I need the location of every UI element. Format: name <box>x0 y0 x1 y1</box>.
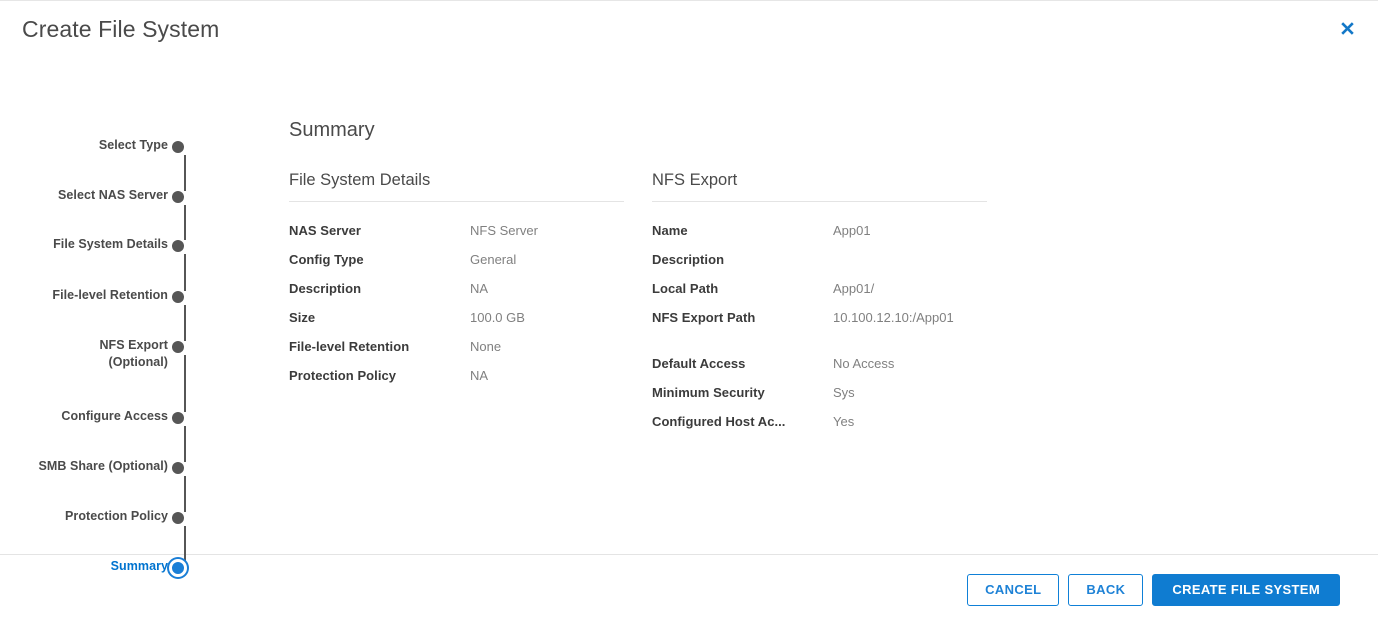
stepper-item-select-type[interactable]: Select Type <box>99 138 184 159</box>
stepper-item-label: NFS Export (Optional) <box>99 338 168 369</box>
stepper-dot-icon <box>172 141 184 153</box>
stepper-dot-icon <box>172 291 184 303</box>
stepper-connector <box>184 526 186 562</box>
stepper-connector <box>184 426 186 462</box>
stepper-item-label: File-level Retention <box>52 288 168 302</box>
detail-key: Name <box>652 223 688 238</box>
detail-row: NAS Server NFS Server <box>289 222 624 251</box>
stepper-connector <box>184 254 186 291</box>
detail-value: Sys <box>833 385 855 400</box>
detail-row: Default Access No Access <box>652 355 987 384</box>
detail-value: App01/ <box>833 281 875 296</box>
detail-value: None <box>470 339 502 354</box>
detail-list: Name App01 Description Local Path App01/NFS … <box>652 222 987 442</box>
detail-row: Description NA <box>289 280 624 309</box>
detail-list: NAS Server NFS Server Config Type General De… <box>289 222 624 396</box>
detail-row: File-level Retention None <box>289 338 624 367</box>
detail-row: NFS Export Path 10.100.12.10:/App01 <box>652 309 987 338</box>
section-nfs-export: NFS Export Name App01 Description Local Pat… <box>652 169 987 442</box>
detail-key: NAS Server <box>289 223 362 238</box>
detail-row: Protection Policy NA <box>289 367 624 396</box>
detail-value: No Access <box>833 356 895 371</box>
stepper-dot-icon <box>172 412 184 424</box>
detail-row: Local Path App01/ <box>652 280 987 309</box>
stepper-dot-icon <box>172 462 184 474</box>
close-icon[interactable] <box>1334 15 1360 41</box>
stepper-item-nfs-export[interactable]: NFS Export (Optional) <box>99 338 184 369</box>
section-heading: NFS Export <box>652 169 987 202</box>
stepper-dot-icon <box>172 341 184 353</box>
section-file-system-details: File System Details NAS Server NFS Server… <box>289 169 624 396</box>
stepper-dot-icon <box>172 240 184 252</box>
detail-value: 100.0 GB <box>470 310 525 325</box>
detail-row: Minimum Security Sys <box>652 384 987 413</box>
detail-value: NA <box>470 281 489 296</box>
stepper-dot-icon <box>172 191 184 203</box>
stepper-item-protection-policy[interactable]: Protection Policy <box>65 509 184 530</box>
detail-key: NFS Export Path <box>652 310 756 325</box>
stepper-item-label: Protection Policy <box>65 509 168 523</box>
detail-row: Configured Host Ac... Yes <box>652 413 987 442</box>
detail-row: Name App01 <box>652 222 987 251</box>
create-file-system-button[interactable]: CREATE FILE SYSTEM <box>1152 574 1340 606</box>
stepper-item-label: Configure Access <box>61 409 168 423</box>
detail-value: NA <box>470 368 489 383</box>
section-heading: File System Details <box>289 169 624 202</box>
detail-key: Description <box>289 281 362 296</box>
detail-value: General <box>470 252 517 267</box>
stepper-item-label: SMB Share (Optional) <box>38 459 168 473</box>
detail-value: 10.100.12.10:/App01 <box>833 310 954 325</box>
detail-key: Description <box>652 252 725 267</box>
stepper-item-label: File System Details <box>53 237 168 251</box>
dialog-footer: CANCEL BACK CREATE FILE SYSTEM <box>0 554 1378 641</box>
stepper-item-select-nas-server[interactable]: Select NAS Server <box>58 188 184 209</box>
detail-key: Local Path <box>652 281 719 296</box>
detail-value: Yes <box>833 414 855 429</box>
detail-key: Default Access <box>652 356 746 371</box>
stepper-connector <box>184 305 186 341</box>
detail-key: Configured Host Ac... <box>652 414 786 429</box>
stepper-item-summary[interactable]: Summary <box>111 559 187 580</box>
detail-key: File-level Retention <box>289 339 410 354</box>
detail-row: Config Type General <box>289 251 624 280</box>
create-file-system-dialog: Create File System Select Type Select NAS… <box>0 0 1378 641</box>
detail-key: Minimum Security <box>652 385 765 400</box>
wizard-stepper: Select Type Select NAS Server File System … <box>0 57 210 577</box>
detail-key: Protection Policy <box>289 368 397 383</box>
stepper-dot-icon <box>172 512 184 524</box>
stepper-active-dot-icon <box>169 559 187 577</box>
detail-value: App01 <box>833 223 871 238</box>
stepper-connector <box>184 476 186 512</box>
detail-key: Size <box>289 310 316 325</box>
detail-row: Size 100.0 GB <box>289 309 624 338</box>
detail-value: NFS Server <box>470 223 538 238</box>
back-button[interactable]: BACK <box>1068 574 1144 606</box>
stepper-connector <box>184 205 186 240</box>
cancel-button[interactable]: CANCEL <box>967 574 1060 606</box>
dialog-header: Create File System <box>0 1 1378 57</box>
stepper-item-file-system-details[interactable]: File System Details <box>53 237 184 258</box>
stepper-connector <box>184 155 186 191</box>
dialog-body: Select Type Select NAS Server File System … <box>0 57 1378 577</box>
detail-row: Description <box>652 251 987 280</box>
stepper-connector <box>184 355 186 412</box>
stepper-item-configure-access[interactable]: Configure Access <box>61 409 184 430</box>
page-title: Summary <box>289 119 375 141</box>
stepper-item-label: Select NAS Server <box>58 188 168 202</box>
stepper-item-smb-share-optional[interactable]: SMB Share (Optional) <box>38 459 184 480</box>
close-icon-glyph <box>1340 21 1354 35</box>
detail-key: Config Type <box>289 252 364 267</box>
dialog-title: Create File System <box>22 16 220 42</box>
stepper-item-file-level-retention[interactable]: File-level Retention <box>52 288 184 309</box>
detail-row-spacer <box>652 338 987 355</box>
